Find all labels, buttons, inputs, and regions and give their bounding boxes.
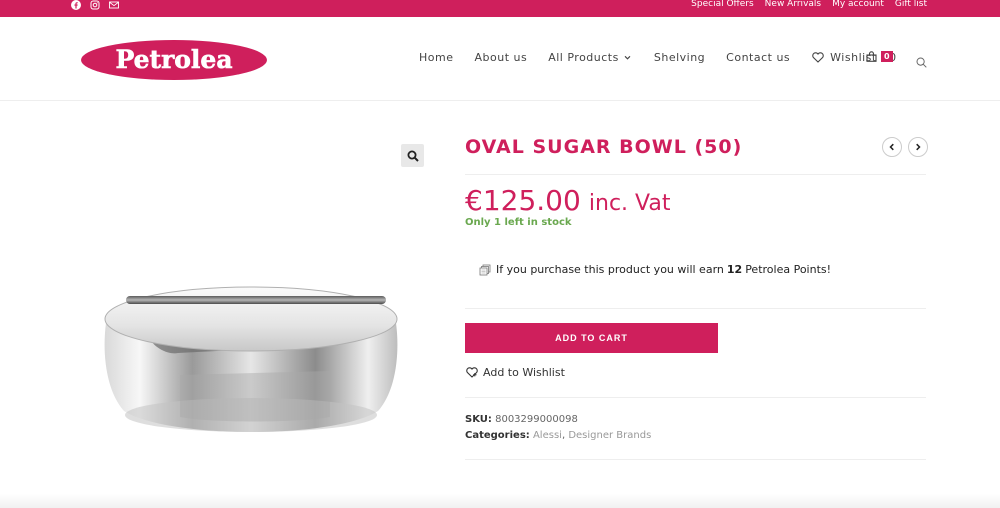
nav-about-us[interactable]: About us [474,51,527,64]
nav-shelving[interactable]: Shelving [654,51,705,64]
category-link-alessi[interactable]: Alessi [533,430,562,441]
divider [465,397,926,398]
main-nav: Home About us All Products Shelving Cont… [419,51,897,64]
cart-button[interactable]: 0 [866,51,893,62]
add-to-wishlist-link[interactable]: Add to Wishlist [466,366,565,379]
add-to-cart-button[interactable]: ADD TO CART [465,323,718,353]
price-suffix: inc. Vat [588,191,671,216]
magnifier-icon [407,150,419,162]
category-separator: , [561,430,566,441]
product-navigation [882,137,928,157]
footer-edge [0,494,1000,508]
heart-icon [812,52,824,63]
divider [465,174,926,175]
category-link-designer-brands[interactable]: Designer Brands [568,430,651,441]
points-suffix: Petrolea Points! [745,263,832,276]
new-arrivals-link[interactable]: New Arrivals [765,0,821,10]
nav-contact-us[interactable]: Contact us [726,51,790,64]
logo-text: Petrolea [115,45,232,74]
coins-icon [479,264,491,276]
categories-label: Categories: [465,430,530,441]
product-image[interactable] [98,283,404,435]
facebook-icon[interactable] [71,0,81,10]
chevron-left-icon [889,143,894,151]
points-value: 12 [726,263,743,276]
sku-label: SKU: [465,414,492,425]
sku-value: 8003299000098 [495,414,578,425]
instagram-icon[interactable] [90,0,100,10]
sku-line: SKU: 8003299000098 [465,414,578,425]
shopping-bag-icon [866,51,877,62]
cart-count-badge: 0 [881,51,893,62]
chevron-down-icon [624,54,631,61]
site-header: Petrolea Home About us All Products Shel… [0,17,1000,101]
top-bar: Special Offers New Arrivals My account G… [0,0,1000,17]
nav-all-products[interactable]: All Products [548,51,631,64]
chevron-right-icon [916,143,921,151]
top-links: Special Offers New Arrivals My account G… [691,0,927,10]
special-offers-link[interactable]: Special Offers [691,0,754,10]
search-icon[interactable] [916,53,927,68]
site-logo[interactable]: Petrolea [80,39,268,81]
categories-line: Categories: Alessi, Designer Brands [465,430,651,441]
nav-home[interactable]: Home [419,51,453,64]
stock-status: Only 1 left in stock [465,217,572,228]
points-prefix: If you purchase this product you will ea… [496,263,724,276]
my-account-link[interactable]: My account [832,0,884,10]
next-product-button[interactable] [908,137,928,157]
add-to-wishlist-label: Add to Wishlist [483,366,565,379]
social-links [71,0,119,10]
product-title: OVAL SUGAR BOWL (50) [465,136,743,158]
heart-plus-icon [466,367,478,378]
zoom-button[interactable] [401,144,424,167]
mail-icon[interactable] [109,0,119,10]
nav-all-products-label: All Products [548,51,619,64]
divider [465,308,926,309]
points-message: If you purchase this product you will ea… [479,263,831,276]
previous-product-button[interactable] [882,137,902,157]
product-price: €125.00 inc. Vat [465,184,670,217]
price-amount: €125.00 [465,184,581,217]
gift-list-link[interactable]: Gift list [895,0,927,10]
divider [465,459,926,460]
